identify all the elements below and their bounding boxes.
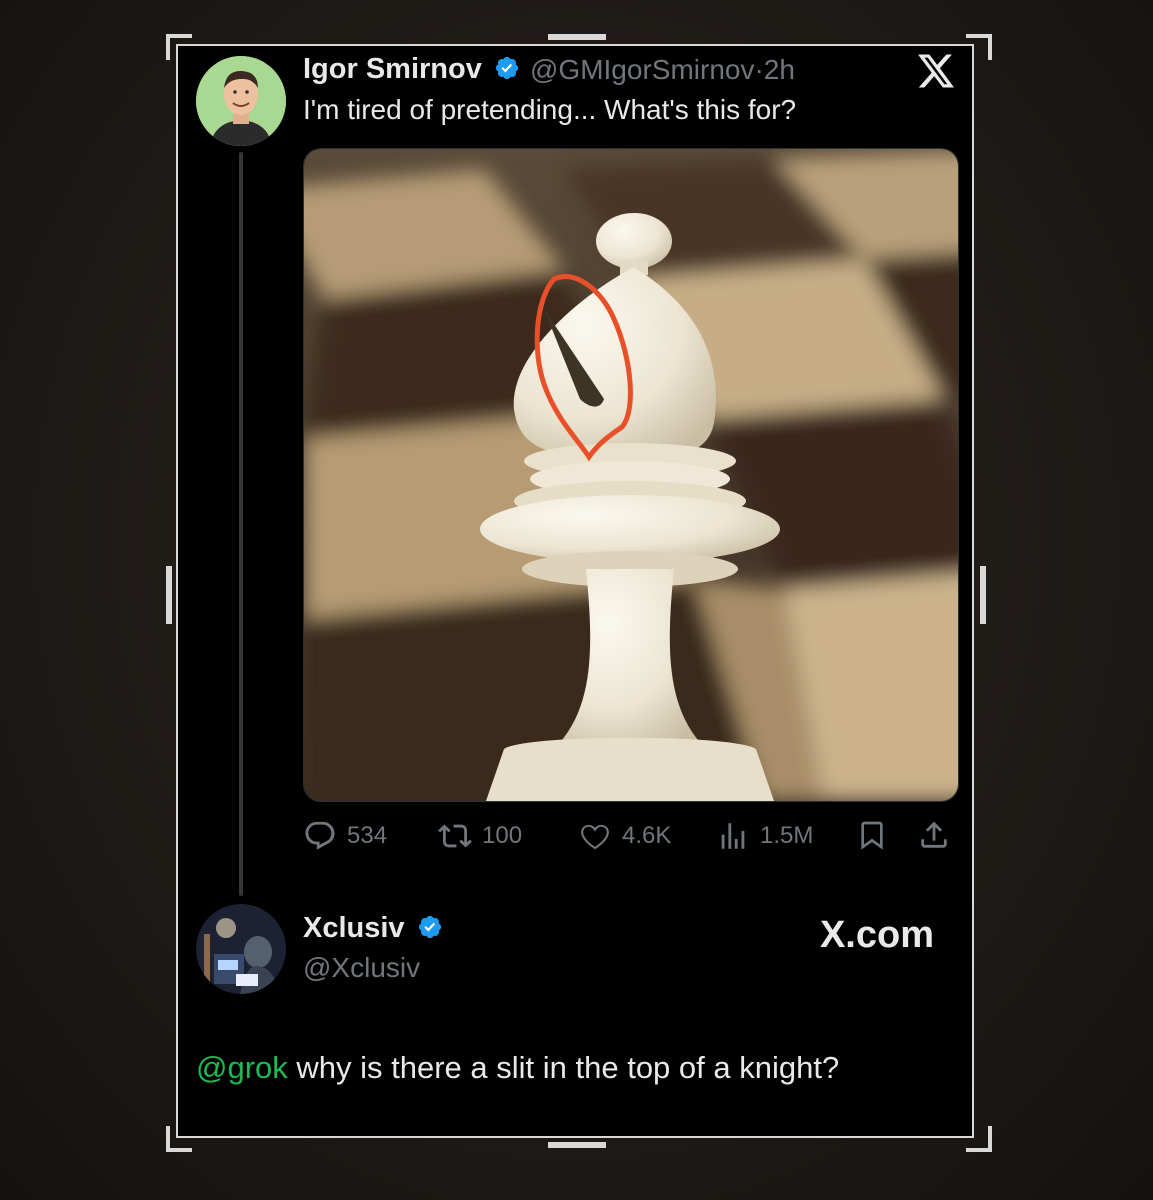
mention-link[interactable]: @grok [196, 1050, 288, 1085]
author-avatar[interactable] [196, 56, 286, 146]
like-icon [581, 824, 609, 850]
tweet-time[interactable]: 2h [764, 54, 795, 85]
views-icon [721, 823, 745, 849]
author-handle[interactable]: @GMIgorSmirnov [530, 54, 754, 85]
verified-badge-icon [418, 916, 441, 939]
like-button[interactable]: 4.6K [578, 814, 671, 858]
time-separator: · [754, 54, 764, 85]
repost-count: 100 [482, 822, 523, 849]
reply-author-handle[interactable]: @Xclusiv [303, 952, 420, 984]
like-count: 4.6K [622, 822, 672, 849]
views-button[interactable]: 1.5M [716, 814, 813, 858]
repost-button[interactable]: 100 [438, 814, 522, 858]
reply-count: 534 [347, 822, 388, 849]
x-com-watermark: X.com [819, 914, 934, 956]
reply-icon [305, 821, 335, 850]
reply-author-avatar[interactable] [196, 904, 286, 994]
author-handle-and-time: @GMIgorSmirnov·2h [530, 54, 795, 86]
bookmark-icon[interactable] [856, 818, 888, 852]
verified-badge-icon [495, 57, 519, 80]
reply-text: @grok why is there a slit in the top of … [196, 1050, 839, 1086]
share-icon[interactable] [917, 818, 951, 852]
reply-body: why is there a slit in the top of a knig… [287, 1050, 840, 1085]
repost-icon [438, 824, 472, 848]
author-name[interactable]: Igor Smirnov [303, 53, 520, 86]
crop-handle-top[interactable] [548, 34, 606, 40]
x-logo-icon[interactable] [918, 54, 954, 88]
thread-connector [239, 152, 243, 896]
tweet-card: Igor Smirnov @GMIgorSmirnov·2h I'm tired… [178, 46, 972, 1136]
reply-button[interactable]: 534 [303, 814, 387, 858]
tweet-text: I'm tired of pretending... What's this f… [303, 94, 797, 125]
reply-author-name[interactable]: Xclusiv [303, 912, 443, 945]
tweet-action-bar: 534 100 4.6K 1.5M [303, 814, 957, 858]
crop-handle-right[interactable] [980, 566, 986, 624]
tweet-media-image[interactable] [303, 148, 959, 802]
crop-handle-left[interactable] [166, 566, 172, 624]
crop-handle-bottom[interactable] [548, 1142, 606, 1148]
views-count: 1.5M [760, 822, 814, 849]
